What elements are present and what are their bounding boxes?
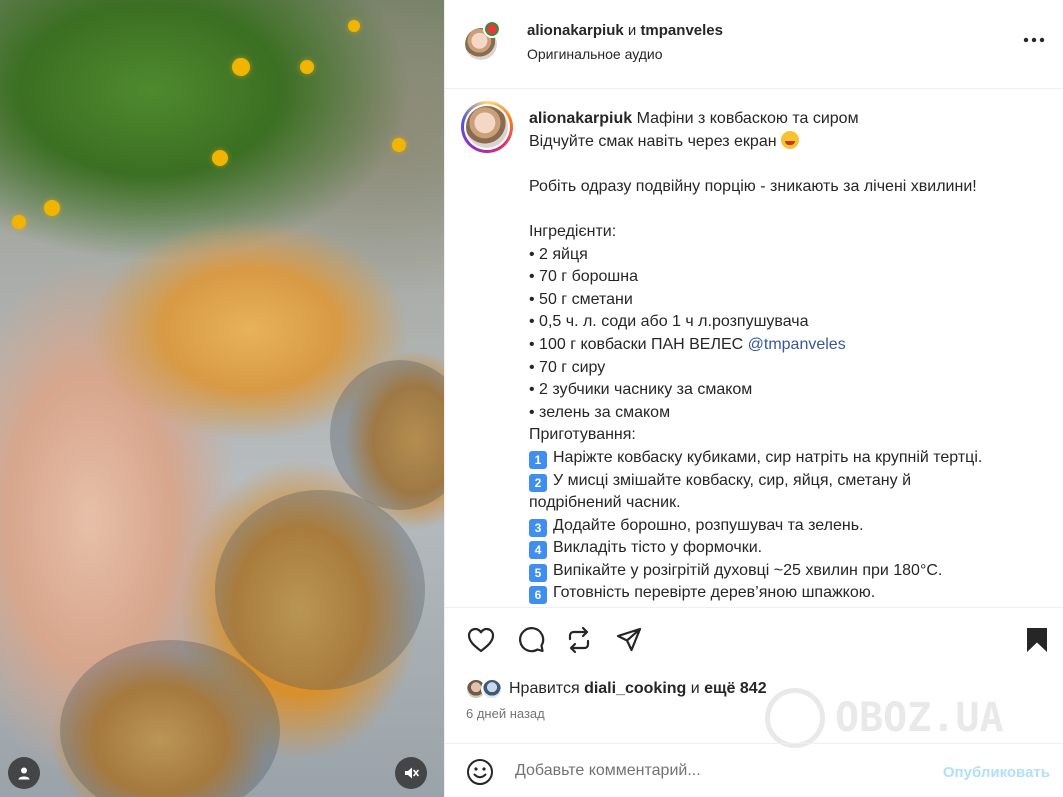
like-button[interactable] xyxy=(465,624,497,656)
step-text: Випікайте у розігрітій духовці ~25 хвили… xyxy=(553,561,943,579)
likes-prefix: Нравится xyxy=(509,680,580,697)
step-item: 5 Випікайте у розігрітій духовці ~25 хвил… xyxy=(529,560,1049,583)
step-number-badge: 2 xyxy=(529,473,547,492)
more-options-button[interactable] xyxy=(1014,26,1054,54)
comment-icon xyxy=(519,627,545,653)
step-text: Наріжте ковбаску кубиками, сир натріть н… xyxy=(553,448,983,466)
likes-count[interactable]: ещё 842 xyxy=(704,680,766,697)
watermark-text: OBOZ.UA xyxy=(835,695,1004,741)
step-text: У мисці змішайте ковбаску, сир, яйця, см… xyxy=(553,471,912,489)
mention-link[interactable]: @tmpanveles xyxy=(748,336,846,353)
liker-username[interactable]: diali_cooking xyxy=(584,680,686,697)
ingredient-item: • 70 г борошна xyxy=(529,268,638,286)
caption-text: alionakarpiuk Мафіни з ковбаскою та сиро… xyxy=(529,108,1049,605)
publish-button[interactable]: Опубликовать xyxy=(943,764,1050,781)
repost-icon xyxy=(568,626,590,654)
step-item: 6 Готовність перевірте дерев’яною шпажкою… xyxy=(529,582,1049,605)
ingredient-item: • 2 зубчики часнику за смаком xyxy=(529,381,753,399)
user-icon xyxy=(18,767,30,780)
step-text: Викладіть тісто у формочки. xyxy=(553,539,763,557)
step-item: 3 Додайте борошно, розпушувач та зелень. xyxy=(529,515,1049,538)
step-number-badge: 5 xyxy=(529,563,547,582)
caption-title: Мафіни з ковбаскою та сиром xyxy=(636,110,859,127)
step-item: 4 Викладіть тісто у формочки. xyxy=(529,537,1049,560)
coauthor-badge-avatar[interactable] xyxy=(483,20,501,38)
author-username[interactable]: alionakarpiuk xyxy=(527,22,624,39)
mute-button[interactable] xyxy=(395,757,427,789)
liker-avatar xyxy=(481,678,503,700)
step-number-badge: 1 xyxy=(529,450,547,469)
action-bar xyxy=(445,607,1063,667)
ingredient-item: • 100 г ковбаски ПАН ВЕЛЕС xyxy=(529,335,744,353)
emoji-icon xyxy=(467,759,493,785)
caption-avatar[interactable] xyxy=(461,101,513,153)
author-joiner: и xyxy=(627,22,637,39)
ingredient-item: • 50 г сметани xyxy=(529,290,633,308)
yum-emoji-icon xyxy=(781,130,800,149)
ingredient-item-with-mention: • 100 г ковбаски ПАН ВЕЛЕС @tmpanveles xyxy=(529,334,1049,357)
comment-button[interactable] xyxy=(515,624,547,656)
step-text: Готовність перевірте дерев’яною шпажкою. xyxy=(553,584,876,602)
post-timestamp[interactable]: 6 дней назад xyxy=(466,706,545,721)
ingredients-heading: Інгредієнти: xyxy=(529,222,617,240)
likes-summary[interactable]: Нравится diali_cooking и ещё 842 xyxy=(465,676,767,702)
save-button[interactable] xyxy=(1021,624,1053,656)
coauthor-username[interactable]: tmpanveles xyxy=(640,22,723,39)
audio-label[interactable]: Оригинальное аудио xyxy=(527,46,663,62)
ingredient-item: • 70 г сиру xyxy=(529,358,606,376)
ingredient-item: • зелень за смаком xyxy=(529,403,671,421)
step-number-badge: 4 xyxy=(529,541,547,560)
steps-heading: Приготування: xyxy=(529,426,636,444)
heart-icon xyxy=(467,627,495,653)
emoji-button[interactable] xyxy=(465,757,495,787)
post-header: alionakarpiuk и tmpanveles Оригинальное … xyxy=(445,0,1063,89)
share-icon xyxy=(616,627,642,652)
step-number-badge: 3 xyxy=(529,518,547,537)
post-media[interactable] xyxy=(0,0,444,797)
caption-line3: Робіть одразу подвійну порцію - зникають… xyxy=(529,177,977,195)
caption-username[interactable]: alionakarpiuk xyxy=(529,110,632,127)
post-panel: alionakarpiuk и tmpanveles Оригинальное … xyxy=(444,0,1063,797)
comment-bar: Опубликовать xyxy=(445,743,1063,797)
bookmark-icon xyxy=(1027,628,1047,652)
likes-text: Нравится diali_cooking и ещё 842 xyxy=(509,680,767,698)
step-item-continued: подрібнений часник. xyxy=(529,494,681,512)
step-number-badge: 6 xyxy=(529,586,547,605)
repost-button[interactable] xyxy=(563,624,595,656)
share-button[interactable] xyxy=(613,624,645,656)
oboz-watermark: OBOZ.UA xyxy=(765,688,1004,748)
step-item: 1 Наріжте ковбаску кубиками, сир натріть … xyxy=(529,447,1049,470)
step-text: Додайте борошно, розпушувач та зелень. xyxy=(553,516,864,534)
caption-area: alionakarpiuk Мафіни з ковбаскою та сиро… xyxy=(445,90,1063,605)
caption-line2: Відчуйте смак навіть через екран xyxy=(529,132,777,150)
more-horizontal-icon xyxy=(1023,37,1045,43)
step-item: 2 У мисці змішайте ковбаску, сир, яйця, с… xyxy=(529,470,1049,493)
comment-input[interactable] xyxy=(515,762,845,780)
ingredient-item: • 2 яйця xyxy=(529,245,588,263)
likes-joiner: и xyxy=(690,680,700,697)
ingredient-item: • 0,5 ч. л. соди або 1 ч л.розпушувача xyxy=(529,313,809,331)
author-line: alionakarpiuk и tmpanveles xyxy=(527,22,723,39)
muted-speaker-icon xyxy=(405,767,419,779)
tagged-users-button[interactable] xyxy=(8,757,40,789)
